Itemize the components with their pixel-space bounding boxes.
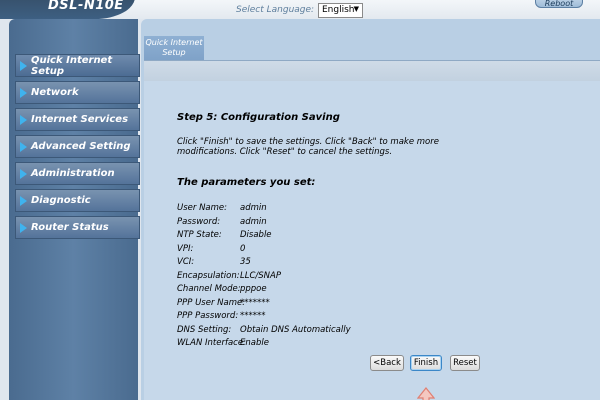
sidebar-item-label: Router Status [31,222,109,233]
param-value: admin [240,216,267,227]
step-title: Step 5: Configuration Saving [177,112,340,123]
param-label: PPP User Name: [177,297,246,308]
param-row: Channel Mode: pppoe [177,284,351,298]
triangle-right-icon [20,114,27,125]
instructions-text: Click "Finish" to save the settings. Cli… [177,137,439,157]
param-label: VCI: [177,257,195,267]
chevron-down-icon: ▼ [353,5,359,13]
param-row: PPP User Name: ******* [177,298,351,312]
param-value: admin [240,203,267,213]
param-row: User Name: admin [177,203,351,217]
param-label: VPI: [177,243,194,254]
param-label: Encapsulation: [177,270,240,281]
param-label: DNS Setting: [177,324,232,335]
finish-button[interactable]: Finish [410,355,442,371]
sidebar-item-label: Administration [31,168,115,179]
triangle-right-icon [20,222,27,233]
param-value: LLC/SNAP [240,270,281,281]
top-header: DSL-N10E Select Language: English ▼ Rebo… [0,0,600,19]
up-arrow-icon [417,387,435,400]
sidebar-item-router-status[interactable]: Router Status [15,216,140,239]
model-logo: DSL-N10E [0,0,135,19]
params-list: User Name: admin Password: admin NTP State… [177,203,351,352]
param-value: ******* [240,297,270,308]
language-value: English [322,5,355,15]
param-value: ****** [240,311,266,321]
param-row: NTP State: Disable [177,230,351,244]
sidebar-item-quick-internet-setup[interactable]: Quick Internet Setup [15,54,140,77]
triangle-right-icon [20,141,27,152]
triangle-right-icon [20,168,27,179]
language-label: Select Language: [236,5,315,15]
param-value: pppoe [240,284,267,294]
param-row: PPP Password: ****** [177,311,351,325]
content-area: Step 5: Configuration Saving Click "Fini… [144,81,600,400]
sidebar-item-label: Quick Internet Setup [31,54,113,77]
param-value: 35 [240,257,251,267]
sidebar-item-diagnostic[interactable]: Diagnostic [15,189,140,212]
reset-button[interactable]: Reset [450,355,480,371]
param-row: WLAN Interface: Enable [177,338,351,352]
param-value: Obtain DNS Automatically [240,324,351,335]
sidebar: Quick Internet Setup Network Internet Se… [9,19,140,400]
params-title: The parameters you set: [177,177,316,188]
param-label: Channel Mode: [177,284,241,294]
param-row: Encapsulation: LLC/SNAP [177,271,351,285]
sidebar-item-administration[interactable]: Administration [15,162,140,185]
language-select[interactable]: English ▼ [318,3,363,18]
param-row: VCI: 35 [177,257,351,271]
reboot-button[interactable]: Reboot [535,0,583,8]
param-label: NTP State: [177,230,222,240]
param-row: Password: admin [177,217,351,231]
sidebar-item-label: Diagnostic [31,195,91,206]
triangle-right-icon [20,87,27,98]
sidebar-item-label: Internet Services [31,114,129,125]
param-value: Enable [240,338,269,348]
param-row: DNS Setting: Obtain DNS Automatically [177,325,351,339]
triangle-right-icon [20,60,27,71]
tab-label-line2: Setup [162,48,186,57]
tab-label-line1: Quick Internet [145,38,203,47]
main-panel: Quick Internet Setup Step 5: Configurati… [141,19,600,400]
param-label: PPP Password: [177,311,239,321]
param-row: VPI: 0 [177,244,351,258]
sidebar-item-label: Network [31,87,79,98]
sidebar-item-internet-services[interactable]: Internet Services [15,108,140,131]
param-value: 0 [240,243,246,254]
param-label: Password: [177,216,221,227]
tab-bar [144,60,600,81]
param-value: Disable [240,230,272,240]
sidebar-item-network[interactable]: Network [15,81,140,104]
param-label: WLAN Interface: [177,338,246,348]
tab-quick-internet-setup[interactable]: Quick Internet Setup [144,36,204,60]
back-button[interactable]: <Back [370,355,404,371]
sidebar-item-advanced-setting[interactable]: Advanced Setting [15,135,140,158]
sidebar-item-label: Advanced Setting [31,141,131,152]
triangle-right-icon [20,195,27,206]
param-label: User Name: [177,203,228,213]
